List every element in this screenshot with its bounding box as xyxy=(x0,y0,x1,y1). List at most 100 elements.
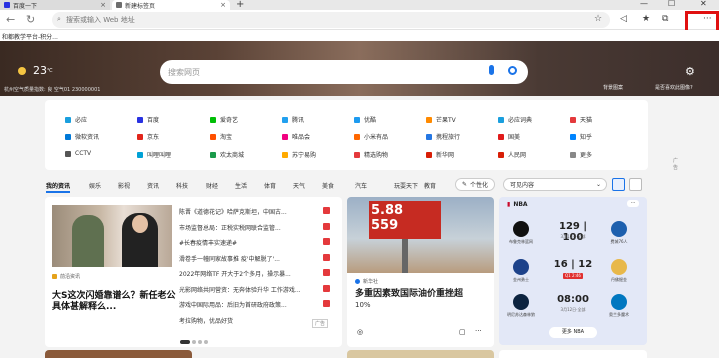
quick-link-label: 欢太商城 xyxy=(220,152,245,159)
news-list-item[interactable]: 游戏中国际用品：后旧为首研政府政策... xyxy=(179,300,329,309)
nba-game[interactable]: 布鲁克林篮网 费城76人 129 | 100 3月11日·全部 xyxy=(499,219,647,249)
news-list-item[interactable]: 市场监督总局：正税实税网联合监管... xyxy=(179,223,329,232)
game-date: 3月12日·全部 xyxy=(560,307,586,312)
quick-link[interactable]: 苏宁易购 xyxy=(282,150,316,159)
more-nba-button[interactable]: 更多 NBA xyxy=(549,327,597,338)
news-list-item[interactable]: #长春疫情丰实速递# xyxy=(179,238,329,247)
quick-link[interactable]: 天猫 xyxy=(570,115,592,124)
quick-link[interactable]: CCTV xyxy=(65,150,91,157)
list-view-button[interactable] xyxy=(629,178,642,191)
news-list-item[interactable]: 滑卷手一幢同家故事推 疫'中解脱了'... xyxy=(179,254,329,263)
category-tab[interactable]: 科技 xyxy=(176,181,188,190)
category-tab[interactable]: 资讯 xyxy=(147,181,159,190)
quick-link-label: 更多 xyxy=(580,152,593,159)
news-list-item[interactable]: 陈晋《道德花记》哈萨克斯坦，中国古... xyxy=(179,207,329,216)
category-tab[interactable]: 美食 xyxy=(322,181,334,190)
category-tab[interactable]: 体育 xyxy=(264,181,276,190)
quick-link[interactable]: 叫哩叫哩 xyxy=(137,150,171,159)
quick-link-label: 优酷 xyxy=(364,117,377,124)
category-tab[interactable]: 天气 xyxy=(293,181,305,190)
like-image-link[interactable]: 是否喜欢此图像? xyxy=(655,84,693,91)
favorite-star-icon[interactable]: ☆ xyxy=(594,14,602,24)
category-tab[interactable]: 生活 xyxy=(235,181,247,190)
more-options-icon[interactable]: ··· xyxy=(475,327,482,335)
quick-link[interactable]: 精选购物 xyxy=(354,150,388,159)
hero-banner: 23 ℃ 杭州空气质量指数: 良 空气01 230000001 搜索网页 ⚙ 背景… xyxy=(0,41,719,96)
next-card-peek xyxy=(499,350,647,358)
reading-icon[interactable]: ◁ xyxy=(620,14,627,24)
category-tab[interactable]: 汽车 xyxy=(355,181,367,190)
quick-link[interactable]: 优酷 xyxy=(354,115,376,124)
settings-gear-icon[interactable]: ⚙ xyxy=(685,65,695,78)
quick-link[interactable]: 爱奇艺 xyxy=(210,115,238,124)
quick-link[interactable]: 小米有品 xyxy=(354,132,388,141)
comment-icon[interactable]: ◎ xyxy=(357,328,363,336)
save-icon[interactable]: ▢ xyxy=(459,328,466,336)
news-headline[interactable]: 大S这次闪婚靠谱么？新任老公具体甚解释么... xyxy=(52,291,177,313)
new-tab-button[interactable]: + xyxy=(236,0,244,10)
favorite-item[interactable]: 和都教学平台-积分... xyxy=(2,34,58,41)
nba-game[interactable]: 明尼苏达森林狼 奥兰多魔术 08:00 3月12日·全部 xyxy=(499,292,647,322)
quick-link[interactable]: 必应 xyxy=(65,115,87,124)
back-icon[interactable]: ← xyxy=(6,13,15,26)
team-logo-icon xyxy=(513,259,529,275)
oil-news-card[interactable]: 5.88 559 新华社 多重因素致国际油价重挫超 10% ◎ ▢ ··· xyxy=(347,197,494,347)
quick-link[interactable]: 微软资讯 xyxy=(65,132,99,141)
quick-link[interactable]: 更多 xyxy=(570,150,592,159)
personalize-button[interactable]: ✎ 个性化 xyxy=(455,178,496,191)
search-icon[interactable] xyxy=(508,66,517,75)
quick-link[interactable]: 芒果TV xyxy=(426,115,456,124)
wallpaper-link[interactable]: 背景图案 xyxy=(603,84,623,91)
close-tab-icon[interactable]: × xyxy=(100,1,106,9)
address-bar[interactable]: ⌕ 搜索或输入 Web 地址 xyxy=(52,12,610,28)
maximize-button[interactable]: ☐ xyxy=(668,0,675,8)
visible-content-select[interactable]: 可见内容 ⌄ xyxy=(503,178,607,191)
close-window-button[interactable]: ✕ xyxy=(700,0,707,8)
news-list-item[interactable]: 光影网络共同营资：无奔体验升华 工作游戏... xyxy=(179,285,329,294)
more-options-icon[interactable]: ··· xyxy=(627,200,639,207)
news-title[interactable]: 多重因素致国际油价重挫超 xyxy=(355,289,490,300)
category-tab[interactable]: 教育 xyxy=(424,181,436,190)
category-tab[interactable]: 娱乐 xyxy=(89,181,101,190)
quick-link[interactable]: 必应词典 xyxy=(498,115,532,124)
category-tab[interactable]: 影视 xyxy=(118,181,130,190)
quick-link[interactable]: 唯品会 xyxy=(282,132,310,141)
quick-link[interactable]: 京东 xyxy=(137,132,159,141)
category-tab[interactable]: 我的资讯 xyxy=(46,181,71,193)
category-tab[interactable]: 玩耍天下 xyxy=(394,181,418,190)
nba-scores-card[interactable]: ▮ NBA ··· 更多 NBA 布鲁克林篮网 费城76人 129 | 100 3月11… xyxy=(499,197,647,345)
quick-link[interactable]: 腾讯 xyxy=(282,115,304,124)
news-photo[interactable] xyxy=(52,205,172,267)
tab-baidu[interactable]: 百度一下 × xyxy=(0,0,110,10)
weather-widget[interactable]: 23 ℃ xyxy=(18,64,53,77)
category-tab[interactable]: 财经 xyxy=(206,181,218,190)
favorites-icon[interactable]: ★ xyxy=(642,14,650,24)
quick-link[interactable]: 百度 xyxy=(137,115,159,124)
game-score: 08:00 xyxy=(557,294,589,305)
news-list-item[interactable]: 考拉购物，优品好货 xyxy=(179,316,329,325)
news-card[interactable]: 前沿资讯 大S这次闪婚靠谱么？新任老公具体甚解释么... 陈晋《道德花记》哈萨克… xyxy=(45,197,342,347)
quick-link[interactable]: 人民网 xyxy=(498,150,526,159)
minimize-button[interactable]: — xyxy=(640,0,648,8)
grid-view-button[interactable] xyxy=(612,178,625,191)
collections-icon[interactable]: ⧉ xyxy=(662,14,668,24)
quick-link[interactable]: 淘宝 xyxy=(210,132,232,141)
tab-new-tab[interactable]: 新建标签页 × xyxy=(112,0,230,10)
sun-icon xyxy=(18,66,26,75)
quick-link[interactable]: 携程旅行 xyxy=(426,132,460,141)
quick-link[interactable]: 新华网 xyxy=(426,150,454,159)
close-tab-icon[interactable]: × xyxy=(220,1,226,9)
refresh-icon[interactable]: ↻ xyxy=(26,13,35,26)
quick-link[interactable]: 国美 xyxy=(498,132,520,141)
quick-link[interactable]: 知乎 xyxy=(570,132,592,141)
site-icon xyxy=(570,151,576,158)
carousel-dots[interactable] xyxy=(180,340,208,344)
news-list-item[interactable]: 2022年网络TF 开大于2个多月，操示暴... xyxy=(179,269,329,278)
quick-link[interactable]: 欢太商城 xyxy=(210,150,244,159)
nba-game[interactable]: 金州勇士 丹佛掘金 16 | 12 Q1 2:46 xyxy=(499,257,647,287)
search-box[interactable]: 搜索网页 xyxy=(160,60,528,84)
site-icon xyxy=(570,133,576,140)
toolbar: ← ↻ ⌕ 搜索或输入 Web 地址 ☆ ◁ ★ ⧉ ··· xyxy=(0,10,719,30)
microphone-icon[interactable] xyxy=(489,65,494,75)
gas-station-photo[interactable]: 5.88 559 xyxy=(347,197,494,273)
